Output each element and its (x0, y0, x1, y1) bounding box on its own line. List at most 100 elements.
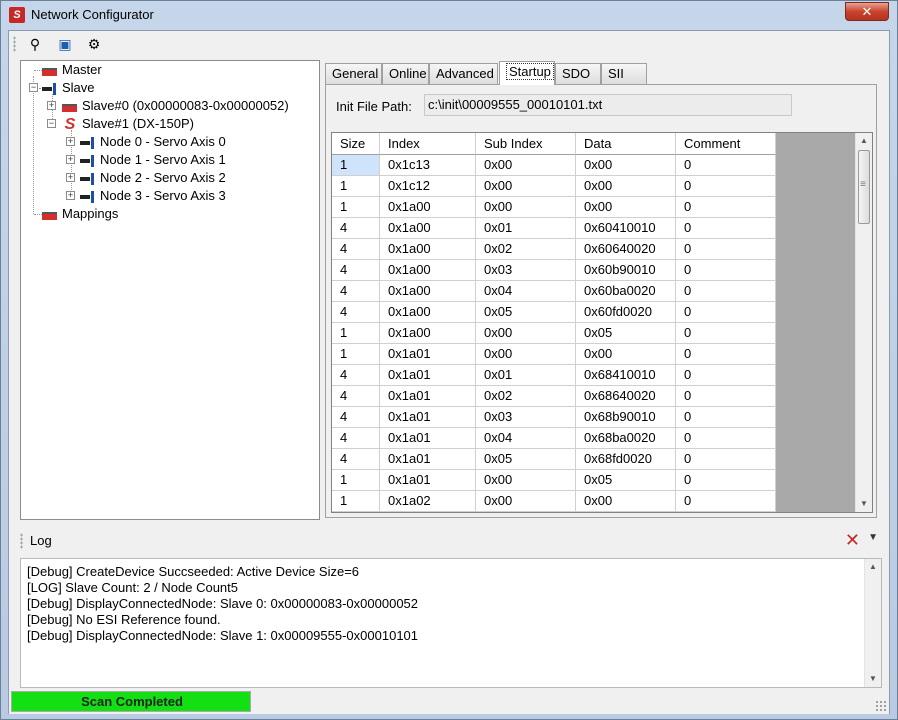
tree-item-slave[interactable]: Slave (41, 79, 95, 97)
tab-online[interactable]: Online (382, 63, 429, 85)
cell-index[interactable]: 0x1a01 (380, 365, 476, 386)
table-row[interactable]: 1 0x1c12 0x00 0x00 0 (332, 176, 776, 197)
tree-collapse-toggle-slave[interactable]: − (29, 83, 38, 92)
cell-data[interactable]: 0x60b90010 (576, 260, 676, 281)
cell-data[interactable]: 0x60640020 (576, 239, 676, 260)
cell-index[interactable]: 0x1a02 (380, 491, 476, 512)
resize-grip-icon[interactable] (875, 700, 887, 712)
toolbar-grip[interactable] (13, 36, 16, 52)
cell-comment[interactable]: 0 (676, 386, 776, 407)
clear-log-icon[interactable]: ✕ (845, 531, 860, 549)
cell-subindex[interactable]: 0x01 (476, 365, 576, 386)
cell-index[interactable]: 0x1a00 (380, 260, 476, 281)
cell-subindex[interactable]: 0x00 (476, 155, 576, 176)
cell-size[interactable]: 1 (332, 491, 380, 512)
cell-comment[interactable]: 0 (676, 239, 776, 260)
table-row[interactable]: 1 0x1a00 0x00 0x00 0 (332, 197, 776, 218)
table-vertical-scrollbar[interactable]: ▲ ▼ (855, 133, 872, 512)
table-row[interactable]: 1 0x1a02 0x00 0x00 0 (332, 491, 776, 512)
cell-subindex[interactable]: 0x04 (476, 281, 576, 302)
tab-sii[interactable]: SII (601, 63, 647, 85)
cell-subindex[interactable]: 0x03 (476, 260, 576, 281)
device-tree[interactable]: Master − Slave + Slave#0 (0x00000083-0x0… (20, 60, 320, 520)
cell-data[interactable]: 0x00 (576, 176, 676, 197)
cell-comment[interactable]: 0 (676, 470, 776, 491)
scroll-down-arrow-icon[interactable]: ▼ (865, 671, 881, 687)
cell-data[interactable]: 0x68640020 (576, 386, 676, 407)
table-row[interactable]: 4 0x1a00 0x05 0x60fd0020 0 (332, 302, 776, 323)
cell-comment[interactable]: 0 (676, 281, 776, 302)
startup-table[interactable]: Size Index Sub Index Data Comment 1 0x1c1… (331, 132, 873, 513)
cell-index[interactable]: 0x1a01 (380, 428, 476, 449)
cell-subindex[interactable]: 0x03 (476, 407, 576, 428)
cell-size[interactable]: 4 (332, 281, 380, 302)
cell-comment[interactable]: 0 (676, 197, 776, 218)
cell-size[interactable]: 1 (332, 470, 380, 491)
cell-size[interactable]: 4 (332, 218, 380, 239)
tree-item-node[interactable]: Node 0 - Servo Axis 0 (79, 133, 226, 151)
cell-comment[interactable]: 0 (676, 365, 776, 386)
cell-subindex[interactable]: 0x00 (476, 470, 576, 491)
tree-item-mappings[interactable]: Mappings (41, 205, 118, 223)
cell-comment[interactable]: 0 (676, 323, 776, 344)
cell-data[interactable]: 0x60fd0020 (576, 302, 676, 323)
tree-item-master[interactable]: Master (41, 61, 102, 79)
tree-expand-toggle-node0[interactable]: + (66, 137, 75, 146)
tab-general[interactable]: General (325, 63, 382, 85)
cell-size[interactable]: 4 (332, 449, 380, 470)
column-header-data[interactable]: Data (576, 133, 676, 155)
cell-index[interactable]: 0x1a00 (380, 302, 476, 323)
cell-index[interactable]: 0x1c13 (380, 155, 476, 176)
cell-subindex[interactable]: 0x00 (476, 491, 576, 512)
image-icon[interactable]: ▣ (55, 34, 75, 54)
cell-subindex[interactable]: 0x01 (476, 218, 576, 239)
cell-data[interactable]: 0x68fd0020 (576, 449, 676, 470)
table-row[interactable]: 4 0x1a00 0x01 0x60410010 0 (332, 218, 776, 239)
column-header-size[interactable]: Size (332, 133, 380, 155)
cell-size[interactable]: 1 (332, 176, 380, 197)
cell-size[interactable]: 4 (332, 239, 380, 260)
cell-index[interactable]: 0x1a00 (380, 281, 476, 302)
tree-expand-toggle-slave0[interactable]: + (47, 101, 56, 110)
cell-index[interactable]: 0x1a01 (380, 344, 476, 365)
tree-collapse-toggle-slave1[interactable]: − (47, 119, 56, 128)
table-row[interactable]: 4 0x1a00 0x03 0x60b90010 0 (332, 260, 776, 281)
cell-index[interactable]: 0x1a01 (380, 407, 476, 428)
table-row[interactable]: 4 0x1a01 0x04 0x68ba0020 0 (332, 428, 776, 449)
table-row[interactable]: 1 0x1a01 0x00 0x05 0 (332, 470, 776, 491)
cell-size[interactable]: 1 (332, 197, 380, 218)
cell-comment[interactable]: 0 (676, 218, 776, 239)
tree-expand-toggle-node1[interactable]: + (66, 155, 75, 164)
cell-comment[interactable]: 0 (676, 260, 776, 281)
cell-size[interactable]: 4 (332, 302, 380, 323)
cell-comment[interactable]: 0 (676, 407, 776, 428)
tree-item-node[interactable]: Node 1 - Servo Axis 1 (79, 151, 226, 169)
table-row[interactable]: 4 0x1a00 0x02 0x60640020 0 (332, 239, 776, 260)
table-row[interactable]: 4 0x1a01 0x01 0x68410010 0 (332, 365, 776, 386)
tab-startup[interactable]: Startup (499, 61, 555, 85)
settings-gears-icon[interactable]: ⚙ (84, 34, 104, 54)
cell-subindex[interactable]: 0x02 (476, 386, 576, 407)
cell-subindex[interactable]: 0x00 (476, 197, 576, 218)
cell-subindex[interactable]: 0x05 (476, 302, 576, 323)
cell-subindex[interactable]: 0x00 (476, 344, 576, 365)
tree-item-slave1[interactable]: S Slave#1 (DX-150P) (61, 115, 194, 133)
cell-subindex[interactable]: 0x02 (476, 239, 576, 260)
table-row[interactable]: 4 0x1a01 0x05 0x68fd0020 0 (332, 449, 776, 470)
scan-binoculars-icon[interactable]: ⚲ (25, 34, 45, 54)
column-header-subindex[interactable]: Sub Index (476, 133, 576, 155)
cell-subindex[interactable]: 0x05 (476, 449, 576, 470)
cell-data[interactable]: 0x05 (576, 470, 676, 491)
cell-size[interactable]: 4 (332, 260, 380, 281)
tab-advanced[interactable]: Advanced (429, 63, 498, 85)
cell-data[interactable]: 0x60ba0020 (576, 281, 676, 302)
cell-data[interactable]: 0x05 (576, 323, 676, 344)
cell-index[interactable]: 0x1a00 (380, 218, 476, 239)
cell-data[interactable]: 0x68ba0020 (576, 428, 676, 449)
column-header-comment[interactable]: Comment (676, 133, 776, 155)
log-output[interactable]: [Debug] CreateDevice Succseeded: Active … (20, 558, 882, 688)
cell-data[interactable]: 0x60410010 (576, 218, 676, 239)
cell-index[interactable]: 0x1a01 (380, 449, 476, 470)
cell-data[interactable]: 0x00 (576, 197, 676, 218)
cell-data[interactable]: 0x68b90010 (576, 407, 676, 428)
